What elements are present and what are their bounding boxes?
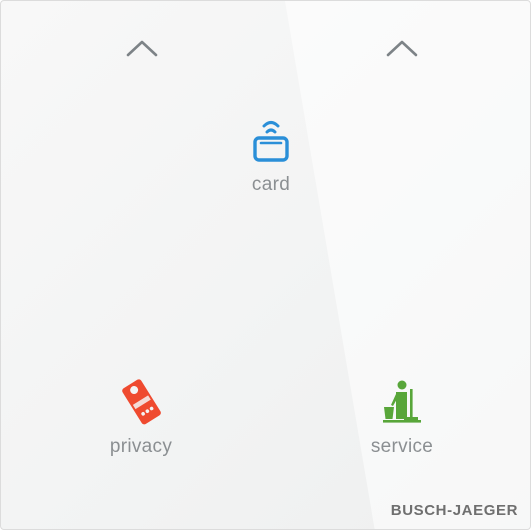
do-not-disturb-hanger-icon — [115, 375, 167, 427]
chevron-up-icon — [386, 40, 418, 57]
up-arrow-left-button[interactable] — [122, 35, 162, 61]
service-button[interactable]: service — [352, 375, 452, 456]
chevron-up-icon — [126, 40, 158, 57]
up-arrow-right-button[interactable] — [382, 35, 422, 61]
brand-logo: BUSCH-JAEGER — [390, 502, 518, 519]
service-label: service — [370, 436, 434, 457]
card-reader-icon — [245, 113, 297, 165]
switch-panel: card privacy service BUSCH-JAEGER — [0, 0, 531, 530]
privacy-button[interactable]: privacy — [91, 375, 191, 456]
privacy-label: privacy — [109, 436, 173, 457]
card-button[interactable]: card — [221, 113, 321, 194]
housekeeping-service-icon — [376, 375, 428, 427]
card-label: card — [251, 174, 291, 195]
